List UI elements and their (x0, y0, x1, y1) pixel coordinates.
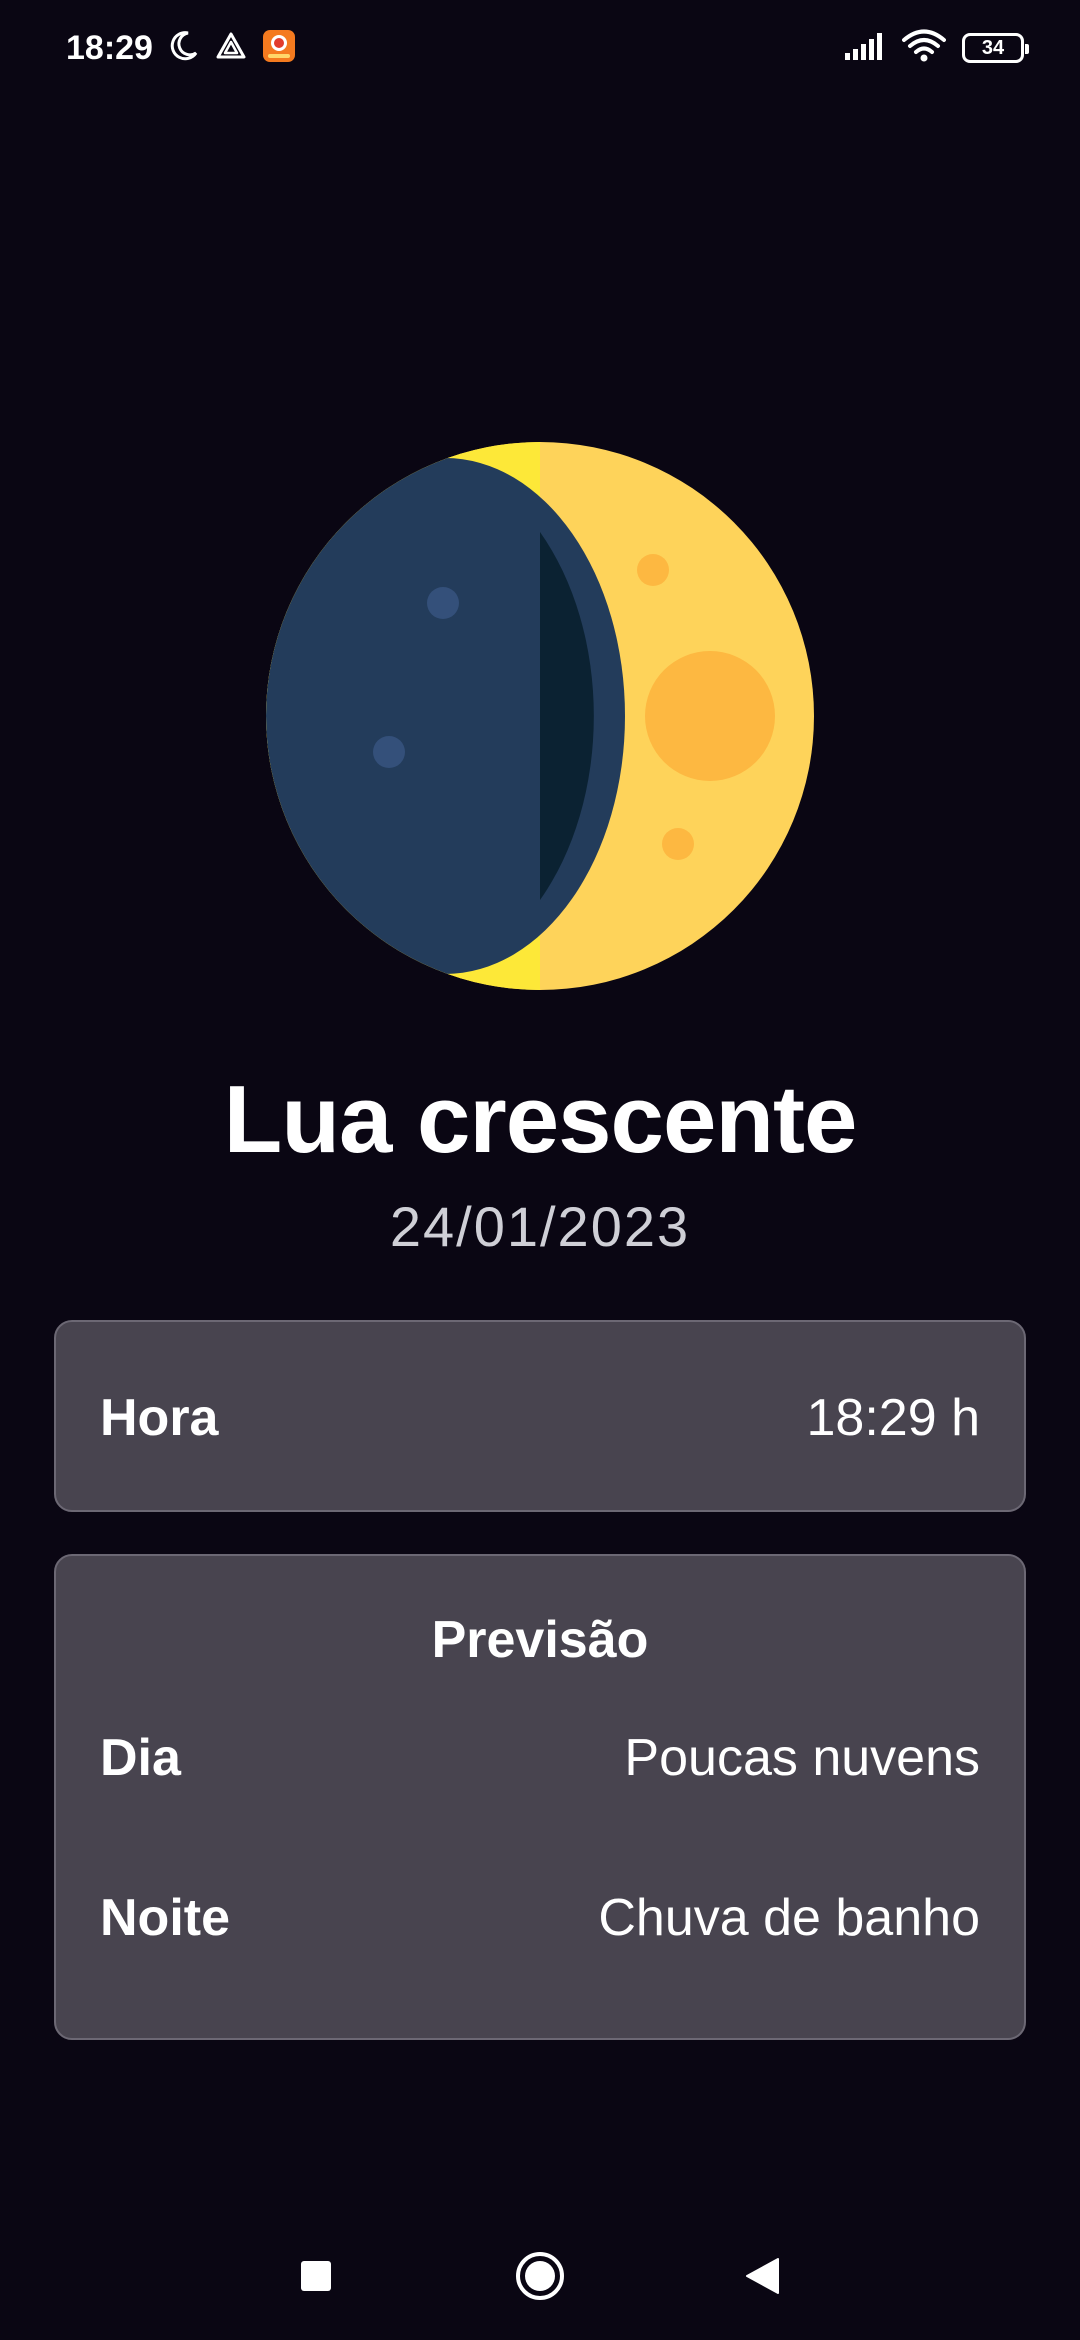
circle-icon (516, 2252, 564, 2300)
time-value: 18:29 h (806, 1389, 981, 1447)
square-icon (301, 2261, 331, 2291)
time-card: Hora 18:29 h (54, 1320, 1026, 1512)
recents-button[interactable] (288, 2248, 344, 2304)
status-time: 18:29 (66, 29, 153, 67)
battery-icon: 34 (962, 33, 1029, 63)
time-label: Hora (100, 1389, 219, 1447)
wifi-icon (902, 29, 946, 68)
phase-date: 24/01/2023 (389, 1195, 691, 1258)
forecast-night-value: Chuva de banho (598, 1889, 980, 1947)
back-button[interactable] (734, 2248, 790, 2304)
home-button[interactable] (512, 2248, 568, 2304)
forecast-title: Previsão (431, 1611, 649, 1669)
forecast-row-night: Noite Chuva de banho (100, 1886, 980, 1950)
status-icons-right: 34 (844, 26, 1029, 70)
status-icons-left (166, 26, 296, 70)
moon-phase-screen: 18:29 34 Lua crescente 24/01/2023 Hora 1… (0, 0, 1080, 2340)
moon-icon (166, 29, 200, 68)
app-notification-icon (262, 29, 296, 68)
status-bar: 18:29 34 (0, 0, 1080, 96)
phase-title: Lua crescente (223, 1066, 858, 1173)
forecast-day-label: Dia (100, 1729, 181, 1787)
time-row: Hora 18:29 h (100, 1386, 980, 1450)
navigation-bar (0, 2220, 1080, 2330)
forecast-night-label: Noite (100, 1889, 230, 1947)
battery-level: 34 (981, 36, 1005, 59)
waxing-crescent-moon-icon (265, 440, 815, 992)
forecast-day-value: Poucas nuvens (624, 1729, 980, 1787)
forecast-row-day: Dia Poucas nuvens (100, 1726, 980, 1790)
forecast-card: Previsão Dia Poucas nuvens Noite Chuva d… (54, 1554, 1026, 2040)
triangle-alert-icon (214, 29, 248, 68)
signal-icon (844, 31, 886, 66)
triangle-back-icon (746, 2258, 779, 2294)
